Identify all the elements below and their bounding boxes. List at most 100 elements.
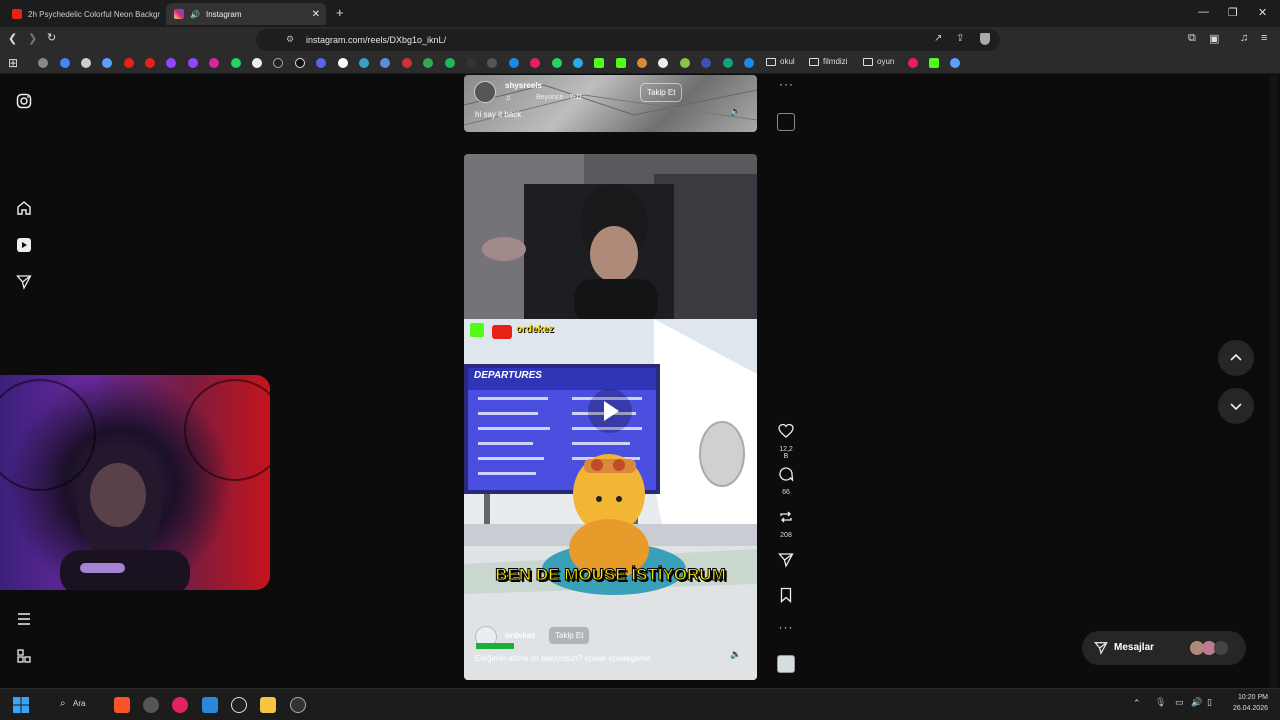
reel-main[interactable]: ordekez DEPARTURES BEN DE MOUSE İSTİYORU…	[464, 154, 757, 680]
clock-date[interactable]: 26.04.2026	[1226, 705, 1268, 712]
bookmark-history-icon[interactable]	[38, 58, 48, 68]
bookmark-icon[interactable]	[487, 58, 497, 68]
bookmark-kick-icon[interactable]	[929, 58, 939, 68]
steam-icon[interactable]	[290, 697, 306, 713]
bookmark-twitch-icon[interactable]	[188, 58, 198, 68]
bookmark-chatgpt-icon[interactable]	[723, 58, 733, 68]
bookmark-icon[interactable]	[359, 58, 369, 68]
home-icon[interactable]	[16, 200, 32, 216]
bookmark-icon[interactable]	[950, 58, 960, 68]
bookmark-icon[interactable]	[680, 58, 690, 68]
bookmark-icon[interactable]	[658, 58, 668, 68]
mute-icon[interactable]: 🔈	[730, 106, 741, 117]
bookmark-icon[interactable]	[231, 58, 241, 68]
minimize-icon[interactable]: —	[1198, 6, 1209, 18]
bookmark-whatsapp-icon[interactable]	[552, 58, 562, 68]
store-icon[interactable]	[202, 697, 218, 713]
follow-button[interactable]: Takip Et	[640, 83, 683, 102]
meta-icon[interactable]	[16, 648, 32, 664]
bookmark-folder-oyun[interactable]: oyun	[863, 57, 894, 66]
open-external-icon[interactable]: ↗	[934, 33, 942, 44]
comment-button[interactable]: 66	[776, 466, 796, 496]
bookmark-x-icon[interactable]	[252, 58, 262, 68]
close-icon[interactable]: ✕	[1258, 6, 1267, 19]
media-player-icon[interactable]	[172, 697, 188, 713]
bookmark-youtube-icon[interactable]	[145, 58, 155, 68]
bookmark-twitch-icon[interactable]	[166, 58, 176, 68]
site-info-icon[interactable]: ⚙	[286, 34, 294, 45]
bookmark-folder-filmdizi[interactable]: filmdizi	[809, 57, 847, 66]
mute-icon[interactable]: 🔈	[730, 649, 741, 660]
new-tab-button[interactable]: +	[336, 5, 344, 20]
bookmark-icon[interactable]	[908, 58, 918, 68]
bookmark-icon[interactable]	[744, 58, 754, 68]
reels-icon[interactable]	[16, 237, 32, 253]
bookmark-icon[interactable]	[466, 58, 476, 68]
reel-music[interactable]: Beyoncé · 7/11	[536, 94, 583, 101]
address-bar[interactable]: ⚙ instagram.com/reels/DXbg1o_iknL/ ↗ ⇪	[256, 29, 1000, 51]
back-icon[interactable]: ❮	[8, 32, 17, 45]
bookmark-tiktok-icon[interactable]	[295, 58, 305, 68]
bookmark-instagram-icon[interactable]	[209, 58, 219, 68]
restore-icon[interactable]: ❐	[1228, 6, 1238, 19]
bookmark-icon[interactable]	[273, 58, 283, 68]
chevron-up-icon[interactable]: ⌃	[1133, 698, 1141, 709]
taskbar-search[interactable]: Ara	[73, 699, 85, 708]
instagram-logo-icon[interactable]	[16, 93, 32, 109]
app-icon[interactable]	[143, 697, 159, 713]
bookmark-icon[interactable]	[637, 58, 647, 68]
clock-time[interactable]: 10:20 PM	[1228, 694, 1268, 701]
like-button[interactable]: 12,2 B	[776, 423, 796, 460]
menu-icon[interactable]	[16, 611, 32, 627]
bookmark-kick-icon[interactable]	[594, 58, 604, 68]
audio-thumb-icon[interactable]	[777, 113, 795, 131]
bookmark-icon[interactable]	[530, 58, 540, 68]
battery-icon[interactable]: ▯	[1207, 697, 1212, 708]
follow-button[interactable]: Takip Et	[548, 626, 591, 645]
extensions-icon[interactable]: ⧉	[1188, 32, 1196, 45]
file-explorer-icon[interactable]	[260, 697, 276, 713]
brave-icon[interactable]	[114, 697, 130, 713]
more-options-button[interactable]: ···	[776, 620, 796, 634]
tab-youtube[interactable]: 2h Psychedelic Colorful Neon Backgr	[4, 3, 164, 25]
bookmark-icon[interactable]	[509, 58, 519, 68]
reel-username[interactable]: ordekez	[505, 631, 535, 640]
bookmark-kick-icon[interactable]	[616, 58, 626, 68]
bookmark-spotify-icon[interactable]	[445, 58, 455, 68]
close-tab-icon[interactable]: ✕	[312, 9, 320, 20]
share-page-icon[interactable]: ⇪	[956, 33, 964, 44]
reel-username[interactable]: shysreels	[505, 81, 542, 90]
previous-reel-button[interactable]	[1218, 340, 1254, 376]
network-icon[interactable]: ▭	[1175, 697, 1184, 708]
volume-icon[interactable]: 🔊	[1191, 697, 1202, 708]
bookmark-icon[interactable]	[81, 58, 91, 68]
scrollbar[interactable]	[1270, 75, 1278, 688]
wallet-icon[interactable]: ▣	[1209, 32, 1219, 45]
bookmark-google-icon[interactable]	[60, 58, 70, 68]
bookmark-icon[interactable]	[338, 58, 348, 68]
bookmark-drive-icon[interactable]	[423, 58, 433, 68]
bookmark-youtube-icon[interactable]	[124, 58, 134, 68]
repost-button[interactable]: 208	[776, 509, 796, 539]
bookmark-discord-icon[interactable]	[316, 58, 326, 68]
bookmark-folder-okul[interactable]: okul	[766, 57, 795, 66]
forward-icon[interactable]: ❯	[28, 32, 37, 45]
reel-top[interactable]: shysreels ♫ Beyoncé · 7/11 Takip Et hi s…	[464, 75, 757, 132]
share-button[interactable]	[776, 552, 796, 573]
apps-grid-icon[interactable]: ⊞	[8, 56, 18, 70]
app-icon[interactable]	[231, 697, 247, 713]
mic-icon[interactable]: 🎙	[1155, 697, 1166, 708]
next-reel-button[interactable]	[1218, 388, 1254, 424]
bookmark-icon[interactable]	[380, 58, 390, 68]
browser-menu-icon[interactable]: ≡	[1261, 32, 1267, 44]
media-icon[interactable]: ♫	[1240, 32, 1248, 44]
windows-start-icon[interactable]	[13, 697, 29, 713]
more-icon[interactable]: ···	[779, 77, 794, 91]
messages-icon[interactable]	[16, 274, 32, 290]
messages-button[interactable]: Mesajlar	[1082, 631, 1246, 665]
shield-icon[interactable]	[980, 33, 990, 45]
bookmark-telegram-icon[interactable]	[573, 58, 583, 68]
tab-instagram[interactable]: 🔊 Instagram ✕	[166, 3, 326, 25]
bookmark-gmail-icon[interactable]	[402, 58, 412, 68]
reload-icon[interactable]: ↻	[47, 31, 56, 44]
